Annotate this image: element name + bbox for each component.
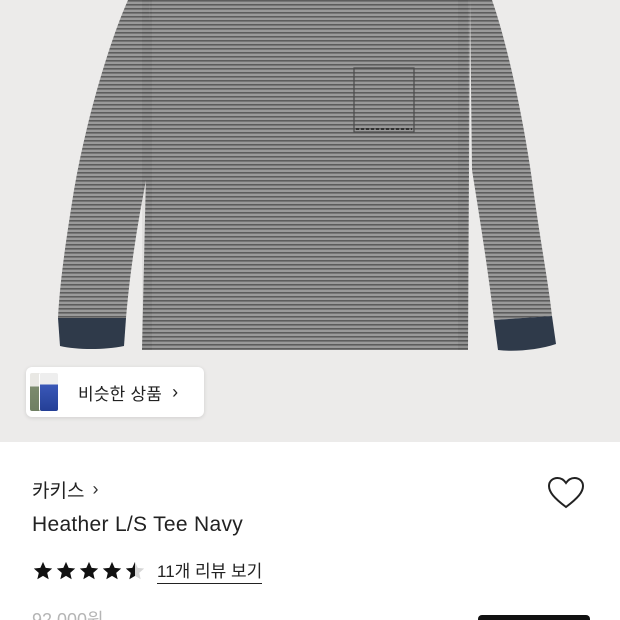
similar-thumbnail — [40, 373, 58, 411]
similar-products-label: 비슷한 상품 — [78, 384, 163, 404]
rating-row: 11개 리뷰 보기 — [32, 557, 263, 584]
product-title: Heather L/S Tee Navy — [32, 513, 244, 536]
star-half-icon — [125, 561, 145, 579]
chevron-right-icon: › — [172, 381, 179, 402]
brand-link[interactable]: 카키스 › — [32, 476, 98, 503]
original-price: 92,000원 — [32, 610, 104, 620]
similar-products-button[interactable]: 비슷한 상품 › — [26, 367, 204, 417]
star-full-icon — [33, 561, 53, 579]
rating-stars — [32, 560, 147, 582]
chevron-right-icon: › — [92, 479, 99, 499]
heart-outline-icon — [547, 476, 585, 509]
brand-name: 카키스 — [32, 481, 85, 502]
product-image[interactable]: 비슷한 상품 › — [0, 0, 620, 442]
review-link[interactable]: 11개 리뷰 보기 — [157, 557, 263, 584]
buy-button[interactable] — [478, 615, 590, 620]
wishlist-button[interactable] — [546, 474, 586, 514]
star-full-icon — [102, 561, 122, 579]
similar-thumbnails — [26, 367, 66, 417]
star-full-icon — [79, 561, 99, 579]
star-full-icon — [56, 561, 76, 579]
